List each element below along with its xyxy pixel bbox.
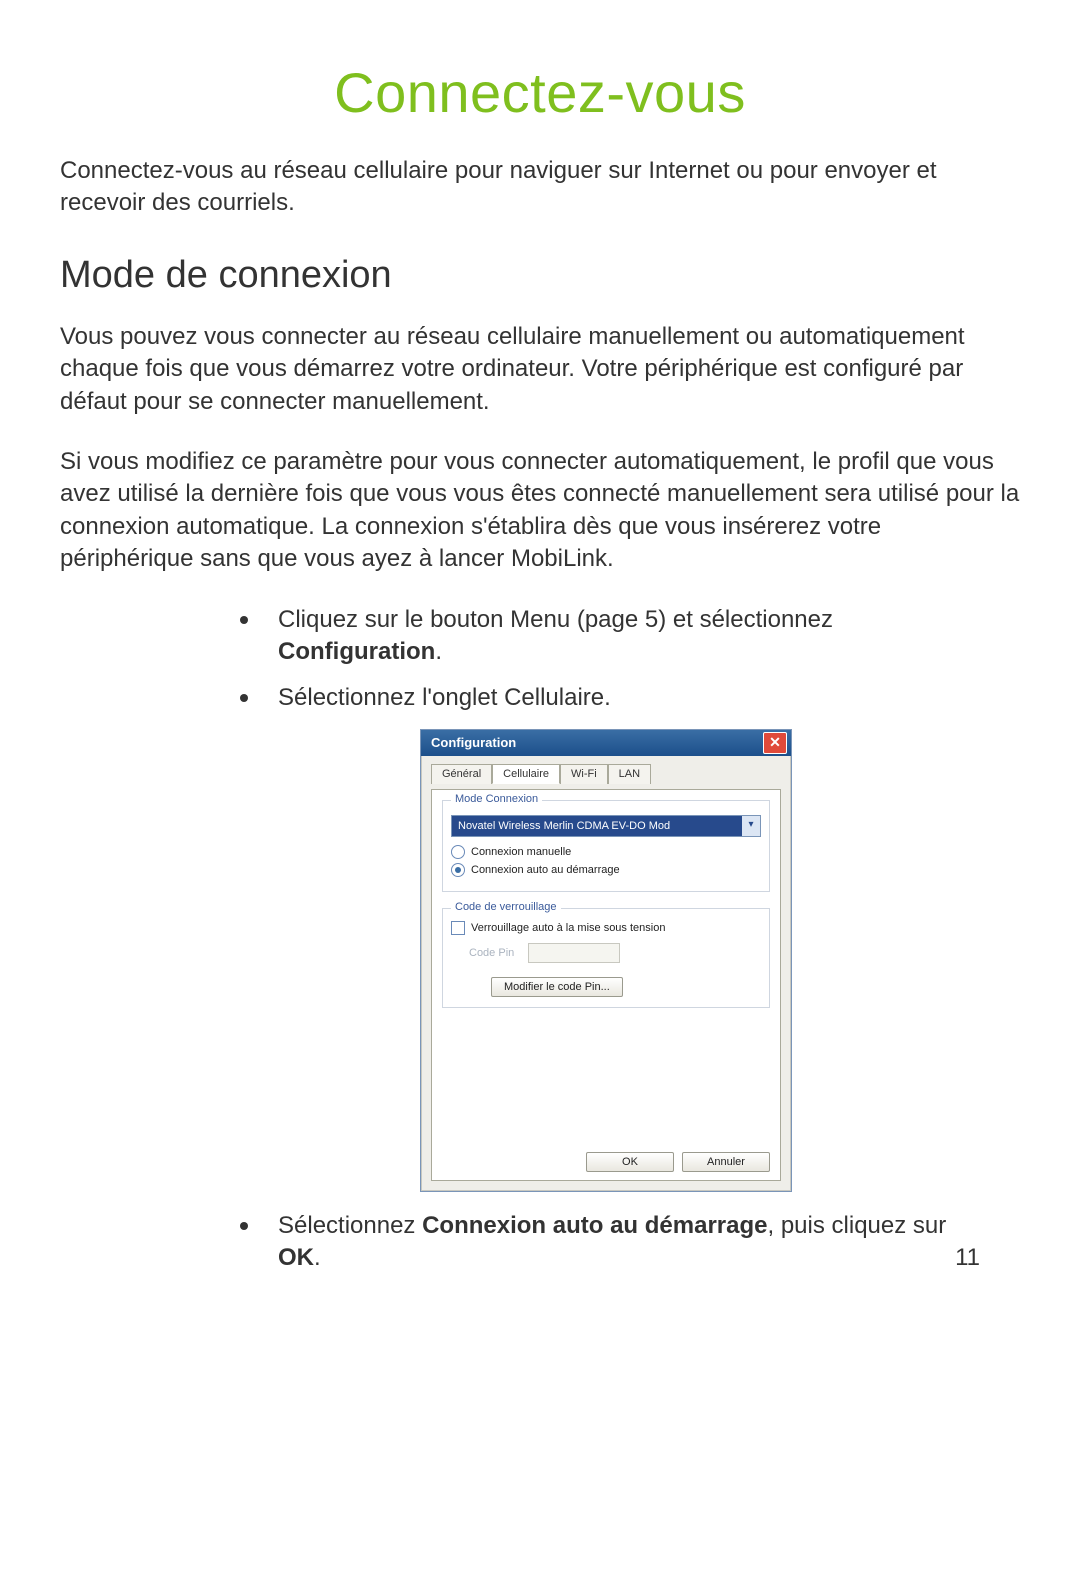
legend-mode-connexion: Mode Connexion: [451, 793, 542, 805]
bullet-3-bold-2: OK: [278, 1244, 314, 1271]
configuration-dialog: Configuration ✕ Général Cellulaire Wi-Fi…: [420, 729, 792, 1192]
bullet-1-bold: Configuration: [278, 638, 435, 665]
tab-cellulaire[interactable]: Cellulaire: [492, 764, 560, 784]
dialog-footer: OK Annuler: [586, 1152, 770, 1172]
device-dropdown[interactable]: Novatel Wireless Merlin CDMA EV-DO Mod ▾: [451, 815, 761, 837]
bullet-1-text-pre: Cliquez sur le bouton Menu (page 5) et s…: [278, 606, 833, 633]
dialog-screenshot: Configuration ✕ Général Cellulaire Wi-Fi…: [420, 729, 980, 1192]
bullet-item-3: Sélectionnez Connexion auto au démarrage…: [240, 1210, 980, 1275]
bullet-3-pre: Sélectionnez: [278, 1212, 422, 1239]
bullet-icon: [240, 694, 248, 702]
bullet-list: Cliquez sur le bouton Menu (page 5) et s…: [240, 604, 980, 1275]
pin-label: Code Pin: [469, 947, 514, 959]
cancel-button[interactable]: Annuler: [682, 1152, 770, 1172]
fieldset-code-verrouillage: Code de verrouillage Verrouillage auto à…: [442, 908, 770, 1008]
close-button[interactable]: ✕: [763, 732, 787, 754]
checkbox-icon: [451, 921, 465, 935]
ok-button[interactable]: OK: [586, 1152, 674, 1172]
body-paragraph-2: Si vous modifiez ce paramètre pour vous …: [60, 446, 1020, 576]
dialog-tabs: Général Cellulaire Wi-Fi LAN: [431, 764, 781, 784]
radio-icon: [451, 863, 465, 877]
tab-panel-cellulaire: Mode Connexion Novatel Wireless Merlin C…: [431, 789, 781, 1181]
bullet-3-mid: , puis cliquez sur: [768, 1212, 947, 1239]
bullet-icon: [240, 616, 248, 624]
bullet-item-2: Sélectionnez l'onglet Cellulaire.: [240, 682, 980, 714]
radio-manual[interactable]: Connexion manuelle: [451, 845, 761, 859]
bullet-1-text-post: .: [435, 638, 442, 665]
fieldset-mode-connexion: Mode Connexion Novatel Wireless Merlin C…: [442, 800, 770, 892]
bullet-icon: [240, 1222, 248, 1230]
tab-general[interactable]: Général: [431, 764, 492, 784]
dialog-title: Configuration: [431, 735, 516, 750]
page-number: 11: [955, 1242, 980, 1274]
bullet-item-1: Cliquez sur le bouton Menu (page 5) et s…: [240, 604, 980, 669]
tab-wifi[interactable]: Wi-Fi: [560, 764, 608, 784]
checkbox-autolock-label: Verrouillage auto à la mise sous tension: [471, 922, 665, 934]
intro-paragraph: Connectez-vous au réseau cellulaire pour…: [60, 155, 1020, 220]
section-heading: Mode de connexion: [60, 254, 1020, 297]
tab-lan[interactable]: LAN: [608, 764, 651, 784]
pin-row: Code Pin: [469, 943, 761, 963]
dropdown-value: Novatel Wireless Merlin CDMA EV-DO Mod: [452, 816, 742, 836]
radio-auto-label: Connexion auto au démarrage: [471, 864, 620, 876]
radio-manual-label: Connexion manuelle: [471, 846, 571, 858]
radio-icon: [451, 845, 465, 859]
legend-code-verrouillage: Code de verrouillage: [451, 901, 561, 913]
modify-pin-button[interactable]: Modifier le code Pin...: [491, 977, 623, 997]
body-paragraph-1: Vous pouvez vous connecter au réseau cel…: [60, 321, 1020, 418]
page-title: Connectez-vous: [60, 60, 1020, 125]
chevron-down-icon: ▾: [742, 816, 760, 836]
bullet-3-post: .: [314, 1244, 321, 1271]
bullet-3-bold-1: Connexion auto au démarrage: [422, 1212, 767, 1239]
bullet-2-text: Sélectionnez l'onglet Cellulaire.: [278, 682, 980, 714]
radio-auto[interactable]: Connexion auto au démarrage: [451, 863, 761, 877]
checkbox-autolock[interactable]: Verrouillage auto à la mise sous tension: [451, 921, 761, 935]
pin-input[interactable]: [528, 943, 620, 963]
dialog-titlebar: Configuration ✕: [421, 730, 791, 756]
document-page: Connectez-vous Connectez-vous au réseau …: [0, 0, 1080, 1580]
